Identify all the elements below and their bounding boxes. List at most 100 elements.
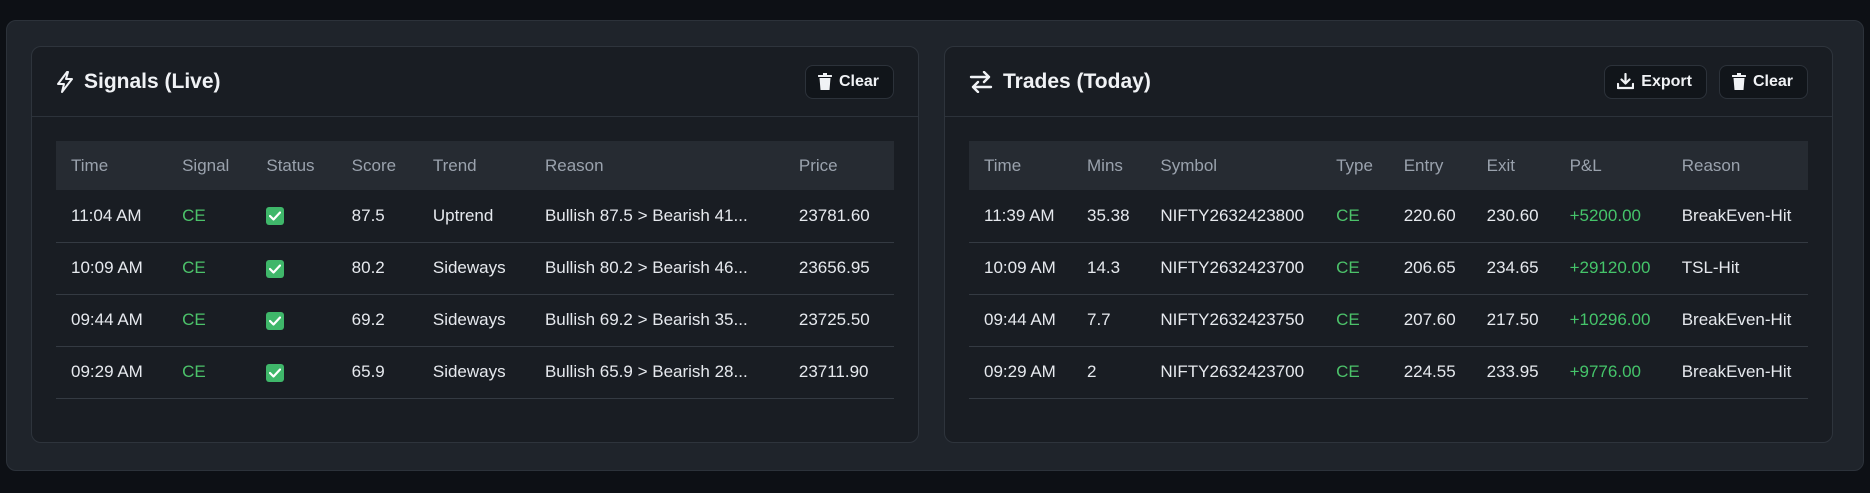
cell-reason: BreakEven-Hit [1666, 346, 1808, 399]
cell-trend: Sideways [417, 242, 530, 295]
table-row: 11:39 AM 35.38 NIFTY2632423800 CE 220.60… [969, 190, 1808, 243]
table-row: 11:04 AM CE 87.5 Uptrend Bullish 87.5 > … [56, 190, 894, 243]
trades-clear-button[interactable]: Clear [1718, 64, 1808, 99]
trades-header-row: Time Mins Symbol Type Entry Exit P&L Rea… [969, 141, 1808, 190]
col-symbol: Symbol [1160, 155, 1218, 175]
signals-panel: Signals (Live) Clear Time Signal Status [31, 46, 919, 443]
cell-exit: 233.95 [1471, 346, 1555, 399]
cell-score: 80.2 [336, 242, 418, 295]
cell-signal: CE [167, 242, 252, 295]
cell-mins: 14.3 [1072, 242, 1146, 295]
cell-mins: 7.7 [1072, 294, 1146, 347]
col-time: Time [984, 155, 1022, 175]
trades-clear-label: Clear [1752, 72, 1793, 90]
signals-header-row: Time Signal Status Score Trend Reason Pr… [56, 141, 894, 190]
cell-price: 23725.50 [783, 294, 894, 347]
trades-title: Trades (Today) [969, 70, 1151, 94]
cell-pnl: +9776.00 [1554, 346, 1667, 399]
table-row: 09:29 AM CE 65.9 Sideways Bullish 65.9 >… [56, 346, 894, 399]
cell-reason: Bullish 80.2 > Bearish 46... [529, 242, 784, 295]
cell-symbol: NIFTY2632423800 [1145, 190, 1322, 243]
trades-header: Trades (Today) Export Clear [945, 47, 1832, 117]
col-exit: Exit [1486, 155, 1515, 175]
trash-icon [1731, 73, 1746, 90]
cell-time: 09:29 AM [969, 346, 1072, 399]
col-reason: Reason [1681, 155, 1741, 175]
trades-title-text: Trades (Today) [1003, 69, 1151, 93]
cell-reason: Bullish 87.5 > Bearish 41... [529, 190, 784, 243]
cell-exit: 234.65 [1471, 242, 1555, 295]
cell-time: 10:09 AM [969, 242, 1072, 295]
download-icon [1617, 73, 1635, 90]
cell-mins: 2 [1072, 346, 1146, 399]
trades-export-button[interactable]: Export [1604, 64, 1707, 99]
cell-score: 87.5 [336, 190, 418, 243]
cell-status [251, 346, 337, 399]
cell-type: CE [1321, 294, 1389, 347]
cell-time: 10:09 AM [56, 242, 168, 295]
table-row: 09:44 AM 7.7 NIFTY2632423750 CE 207.60 2… [969, 294, 1808, 347]
cell-time: 09:44 AM [969, 294, 1072, 347]
col-price: Price [798, 155, 838, 175]
cell-reason: TSL-Hit [1666, 242, 1808, 295]
cell-reason: BreakEven-Hit [1666, 190, 1808, 243]
cell-signal: CE [167, 294, 252, 347]
cell-trend: Sideways [417, 294, 530, 347]
col-time: Time [71, 155, 109, 175]
signals-clear-button[interactable]: Clear [804, 64, 894, 99]
cell-entry: 207.60 [1388, 294, 1472, 347]
cell-reason: BreakEven-Hit [1666, 294, 1808, 347]
col-pnl: P&L [1569, 155, 1602, 175]
trades-panel: Trades (Today) Export Clear Time Mins Sy… [944, 46, 1833, 443]
trash-icon [817, 73, 832, 90]
trades-export-label: Export [1641, 72, 1692, 90]
cell-entry: 224.55 [1388, 346, 1472, 399]
cell-score: 69.2 [336, 294, 418, 347]
cell-pnl: +29120.00 [1554, 242, 1667, 295]
cell-price: 23656.95 [783, 242, 894, 295]
cell-exit: 230.60 [1471, 190, 1555, 243]
signals-header: Signals (Live) Clear [32, 47, 918, 117]
table-row: 10:09 AM 14.3 NIFTY2632423700 CE 206.65 … [969, 242, 1808, 295]
col-status: Status [266, 155, 315, 175]
trades-table: Time Mins Symbol Type Entry Exit P&L Rea… [969, 141, 1808, 399]
col-signal: Signal [182, 155, 230, 175]
cell-status [251, 190, 337, 243]
cell-reason: Bullish 65.9 > Bearish 28... [529, 346, 784, 399]
cell-entry: 206.65 [1388, 242, 1472, 295]
check-icon [266, 207, 285, 226]
col-trend: Trend [432, 155, 477, 175]
cell-symbol: NIFTY2632423750 [1145, 294, 1322, 347]
col-mins: Mins [1087, 155, 1123, 175]
cell-exit: 217.50 [1471, 294, 1555, 347]
cell-entry: 220.60 [1388, 190, 1472, 243]
cell-reason: Bullish 69.2 > Bearish 35... [529, 294, 784, 347]
table-row: 10:09 AM CE 80.2 Sideways Bullish 80.2 >… [56, 242, 894, 295]
cell-type: CE [1321, 346, 1389, 399]
cell-status [251, 294, 337, 347]
cell-score: 65.9 [336, 346, 418, 399]
table-row: 09:44 AM CE 69.2 Sideways Bullish 69.2 >… [56, 294, 894, 347]
check-icon [266, 259, 285, 278]
cell-pnl: +10296.00 [1554, 294, 1667, 347]
col-entry: Entry [1403, 155, 1444, 175]
check-icon [266, 363, 285, 382]
signals-title: Signals (Live) [56, 70, 221, 94]
col-score: Score [351, 155, 397, 175]
cell-time: 09:29 AM [56, 346, 168, 399]
cell-signal: CE [167, 346, 252, 399]
col-type: Type [1336, 155, 1373, 175]
check-icon [266, 311, 285, 330]
signals-title-text: Signals (Live) [84, 69, 221, 93]
lightning-bolt-icon [56, 70, 74, 93]
table-row: 09:29 AM 2 NIFTY2632423700 CE 224.55 233… [969, 346, 1808, 399]
cell-symbol: NIFTY2632423700 [1145, 242, 1322, 295]
cell-signal: CE [167, 190, 252, 243]
cell-price: 23781.60 [783, 190, 894, 243]
signals-table: Time Signal Status Score Trend Reason Pr… [56, 141, 894, 399]
cell-trend: Uptrend [417, 190, 530, 243]
cell-mins: 35.38 [1072, 190, 1146, 243]
cell-status [251, 242, 337, 295]
cell-time: 11:04 AM [56, 190, 168, 243]
swap-arrows-icon [969, 70, 993, 93]
